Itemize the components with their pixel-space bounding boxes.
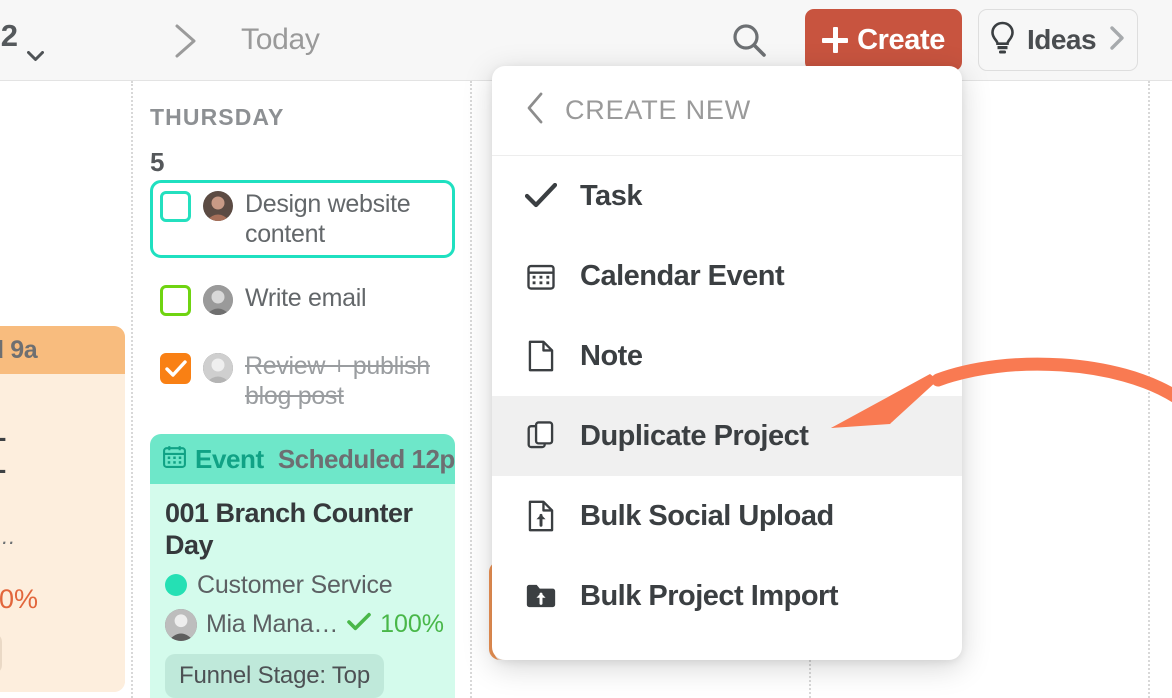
menu-title: CREATE NEW [565, 95, 752, 125]
calendar-icon [162, 444, 187, 474]
search-icon[interactable] [730, 21, 768, 59]
check-icon [524, 179, 558, 213]
task-checkbox[interactable] [160, 285, 191, 316]
menu-back-header[interactable]: CREATE NEW [492, 66, 962, 156]
calendar-column-left-clipped: nages g post duled 9a con- 9 rea- de in-… [0, 81, 125, 698]
event-card-subtitle: ger, I … [0, 524, 109, 550]
menu-item-label: Duplicate Project [580, 419, 809, 452]
event-card-progress-value: 100% [0, 584, 39, 614]
app-root: nages g post duled 9a con- 9 rea- de in-… [0, 0, 1172, 698]
menu-item-bulk-project-import[interactable]: Bulk Project Import [492, 556, 962, 636]
avatar [165, 608, 197, 641]
category-label: Customer Service [197, 570, 393, 599]
event-card-tag: Funnel Stage: Top [165, 653, 384, 698]
task-checkbox[interactable] [160, 353, 191, 384]
period-selector[interactable]: 22 [0, 18, 45, 61]
next-period-button[interactable] [170, 22, 202, 60]
task-row[interactable]: Review + publish blog post [150, 342, 455, 420]
progress-value: 100% [380, 610, 445, 639]
create-new-menu: CREATE NEW Task Calendar Event Note Dupl… [492, 66, 962, 660]
menu-item-task[interactable]: Task [492, 156, 962, 236]
plus-icon [822, 27, 849, 53]
avatar [203, 353, 233, 383]
menu-item-label: Calendar Event [580, 259, 785, 292]
event-card-category: Customer Service [165, 571, 440, 600]
calendar-icon [524, 259, 558, 293]
menu-item-label: Bulk Project Import [580, 579, 839, 612]
event-card-orange[interactable]: duled 9a con- 9 rea- de in- es ger, I … … [0, 326, 125, 692]
event-card-title: con- 9 rea- de in- es [0, 388, 109, 518]
check-icon [164, 359, 187, 377]
menu-item-label: Note [580, 339, 643, 372]
task-label: Design website content [245, 190, 411, 248]
task-checkbox[interactable] [160, 191, 191, 222]
ideas-button[interactable]: Ideas [978, 9, 1138, 71]
create-button[interactable]: Create [805, 9, 962, 71]
event-card-body: con- 9 rea- de in- es ger, I … 100% Top [0, 374, 125, 692]
menu-item-label: Bulk Social Upload [580, 499, 834, 532]
task-row[interactable]: Design website content [150, 180, 455, 258]
menu-item-note[interactable]: Note [492, 316, 962, 396]
event-card-progress: 100% [0, 584, 109, 615]
today-button[interactable]: Today [241, 23, 320, 57]
menu-item-bulk-social-upload[interactable]: Bulk Social Upload [492, 476, 962, 556]
folder-upload-icon [524, 579, 558, 613]
calendar-column-thursday: THURSDAY 5 Design website content Write … [133, 81, 470, 698]
event-card-tag: Top [0, 633, 3, 674]
copy-icon [524, 419, 558, 453]
event-card-teal[interactable]: Event Scheduled 12p 001 Branch Counter D… [150, 434, 455, 698]
menu-item-duplicate-project[interactable]: Duplicate Project [492, 396, 962, 476]
category-dot-icon [165, 574, 187, 597]
event-card-assignee: Mia Mana… 100% [165, 608, 444, 641]
period-label: 22 [0, 18, 18, 53]
avatar [203, 191, 233, 221]
menu-item-label: Task [580, 179, 642, 212]
chevron-down-icon [27, 34, 45, 61]
task-label: Review + publish blog post [245, 352, 430, 410]
file-upload-icon [524, 499, 558, 533]
event-schedule-label: Scheduled 12p [277, 443, 455, 474]
column-divider [1148, 81, 1150, 698]
assignee-name: Mia Mana… [206, 610, 339, 639]
check-icon [347, 612, 371, 637]
avatar [203, 285, 233, 315]
event-card-header: Event Scheduled 12p [150, 434, 455, 484]
day-name-label: THURSDAY [150, 104, 285, 130]
menu-item-calendar-event[interactable]: Calendar Event [492, 236, 962, 316]
day-number-label: 5 [150, 147, 165, 177]
chevron-left-icon[interactable] [524, 91, 546, 130]
ideas-button-label: Ideas [1026, 24, 1097, 55]
event-card-body: 001 Branch Counter Day Customer Service [150, 484, 455, 698]
event-type-label: Event [195, 443, 264, 474]
task-label: Write email [245, 284, 367, 312]
task-row[interactable]: Write email [150, 274, 455, 325]
chevron-right-icon [1107, 25, 1127, 56]
event-card-title: 001 Branch Counter Day [165, 498, 413, 561]
document-icon [524, 339, 558, 373]
event-card-header: duled 9a [0, 326, 125, 374]
lightbulb-icon [989, 21, 1016, 60]
create-button-label: Create [857, 23, 945, 56]
